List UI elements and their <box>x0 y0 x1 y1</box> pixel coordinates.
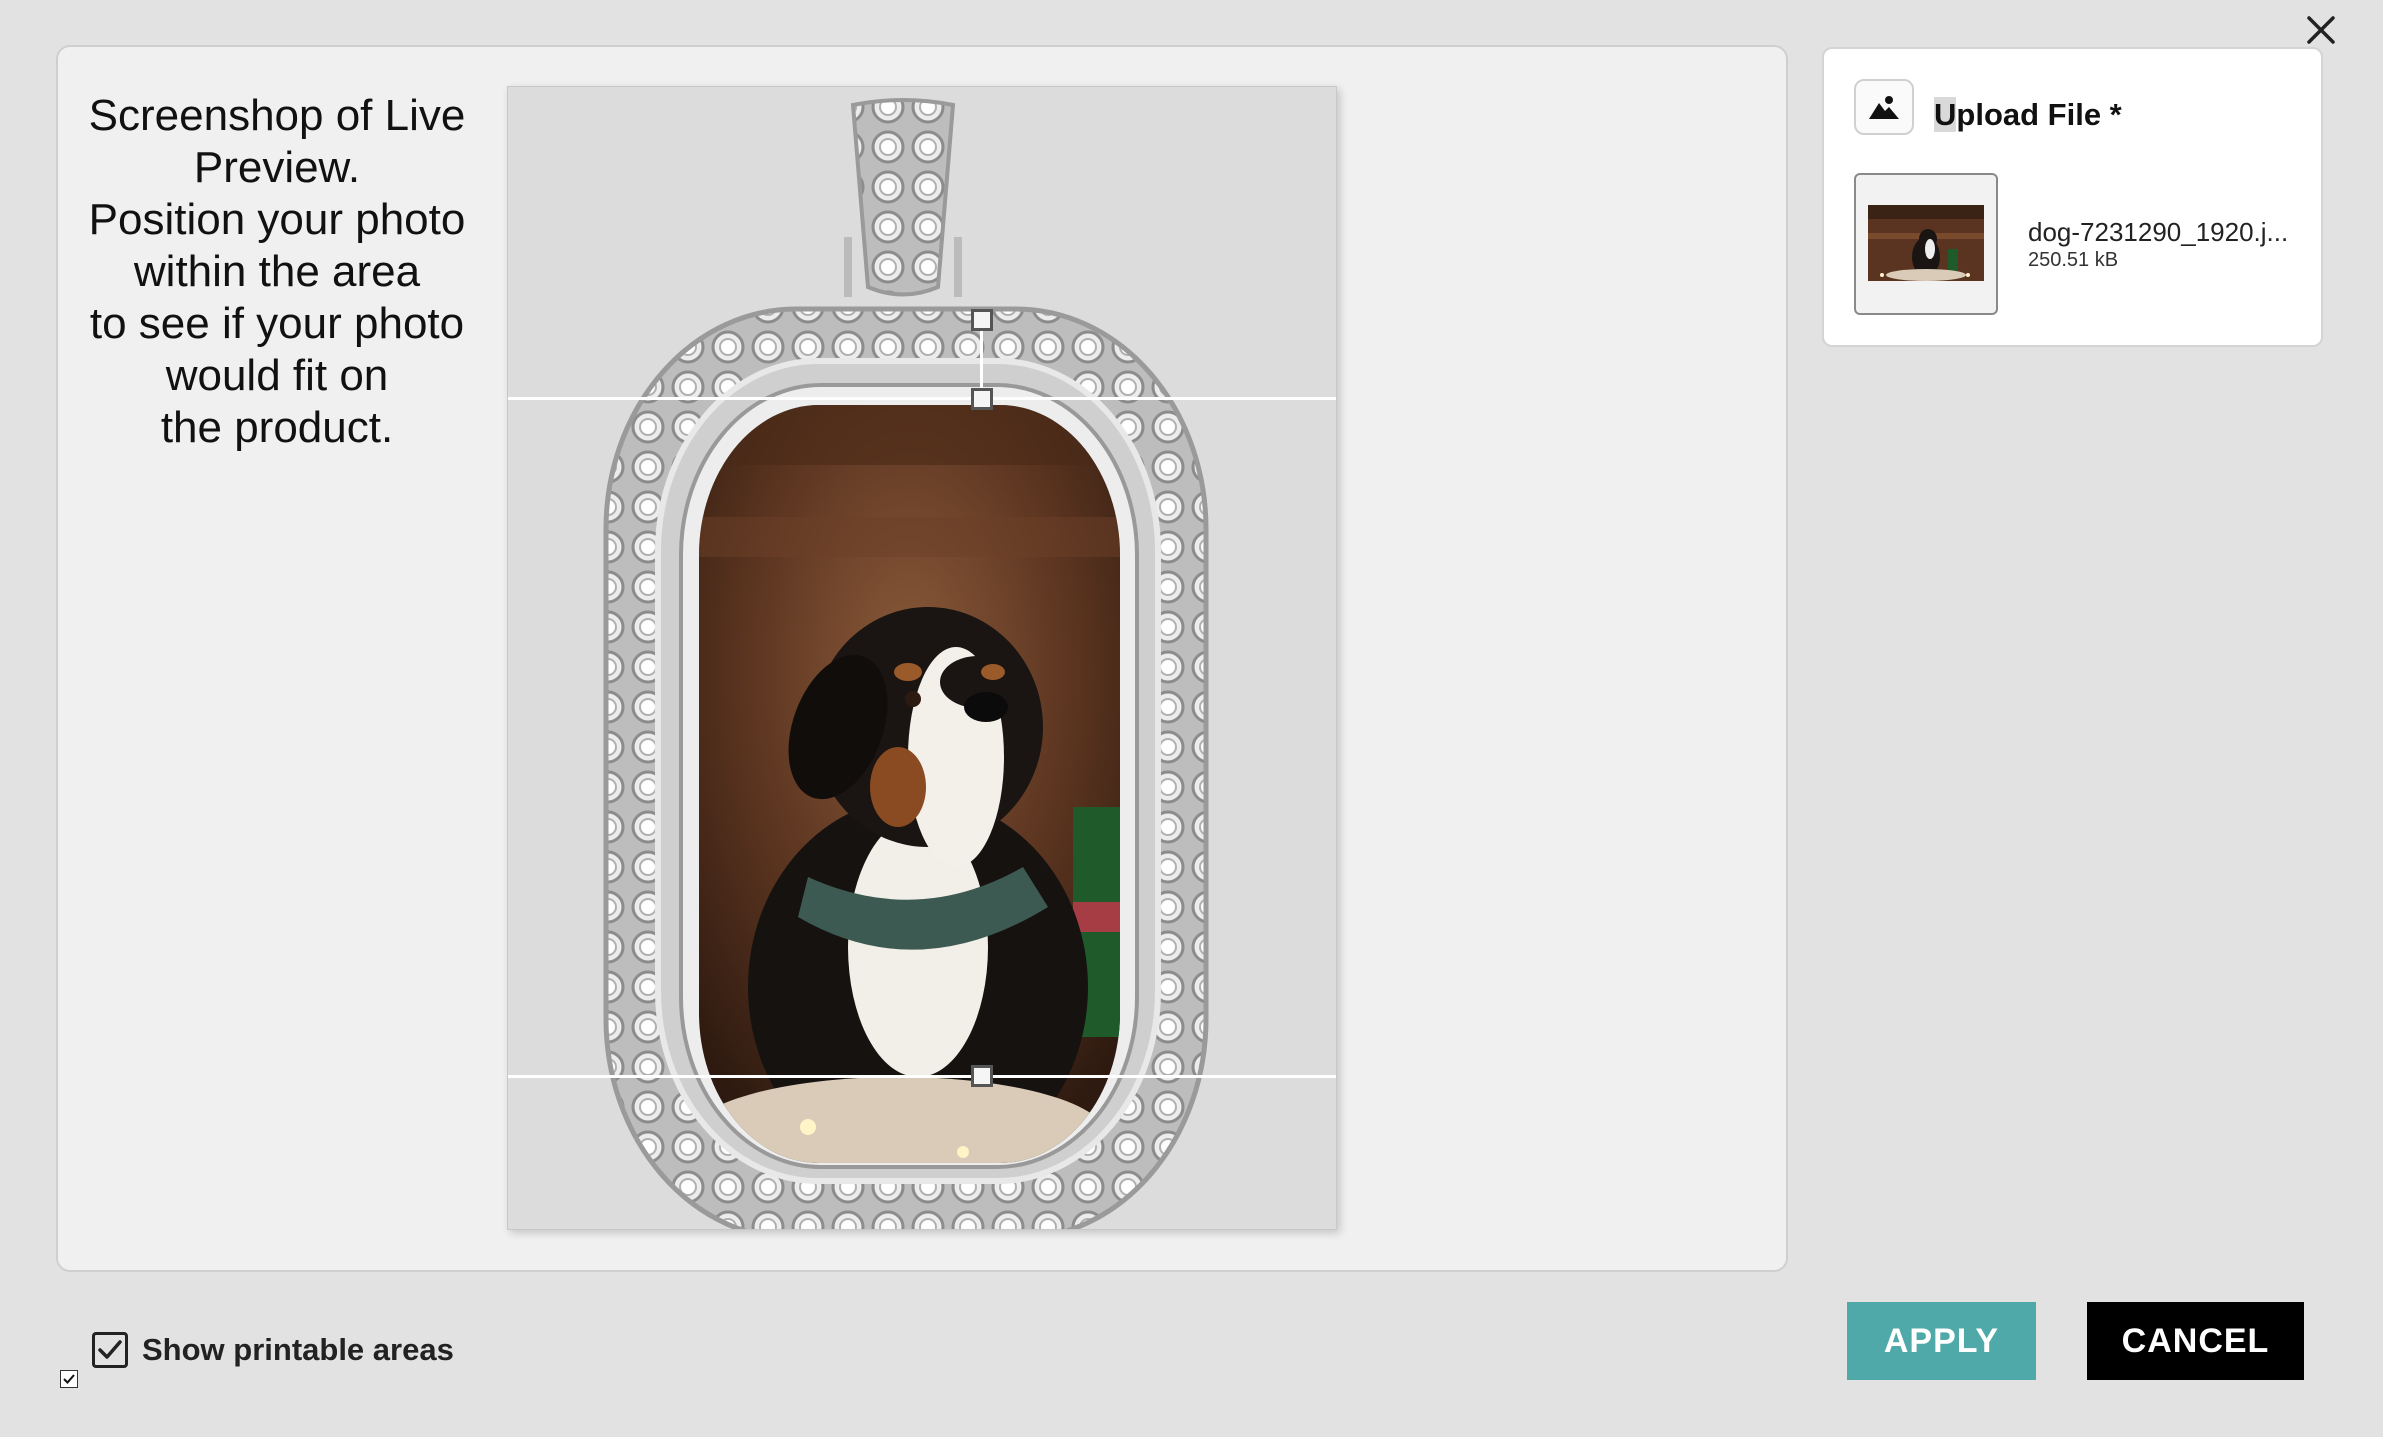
checkmark-icon <box>98 1340 122 1359</box>
image-mountain-icon <box>1869 96 1899 119</box>
printable-area-bottom-line <box>508 1075 1336 1078</box>
uploaded-file-thumbnail[interactable] <box>1854 173 1998 315</box>
close-icon <box>2307 16 2335 44</box>
close-button[interactable] <box>2303 12 2339 48</box>
rotate-handle-stem <box>980 319 983 399</box>
upload-title-first-letter: U <box>1934 97 1957 132</box>
uploaded-file-name: dog-7231290_1920.j... <box>2028 217 2289 247</box>
show-printable-areas-checkbox[interactable] <box>92 1332 128 1368</box>
product-preview-canvas[interactable] <box>507 86 1337 1230</box>
checkmark-icon <box>63 1374 75 1384</box>
small-checkbox[interactable] <box>60 1370 78 1388</box>
show-printable-areas-toggle[interactable]: Show printable areas <box>92 1332 454 1368</box>
upload-title-rest: pload File * <box>1956 97 2122 132</box>
instructions-text: Screenshop of Live Preview. Position you… <box>88 91 466 452</box>
upload-image-button[interactable] <box>1854 79 1914 135</box>
cancel-button[interactable]: CANCEL <box>2087 1302 2304 1380</box>
apply-button[interactable]: APPLY <box>1847 1302 2036 1380</box>
resize-handle-top[interactable] <box>971 388 993 410</box>
show-printable-areas-label: Show printable areas <box>142 1332 454 1367</box>
dog-photo-thumbnail <box>1868 205 1984 281</box>
resize-handle-bottom[interactable] <box>971 1065 993 1087</box>
uploaded-file-size: 250.51 kB <box>2028 249 2119 271</box>
printable-area-top-line <box>508 397 1336 400</box>
pendant-image <box>603 98 1209 1229</box>
upload-file-panel: Upload File * dog-7231290_1920.j... 250.… <box>1822 47 2323 347</box>
rotate-handle[interactable] <box>971 309 993 331</box>
upload-file-title: Upload File * <box>1934 97 2122 133</box>
